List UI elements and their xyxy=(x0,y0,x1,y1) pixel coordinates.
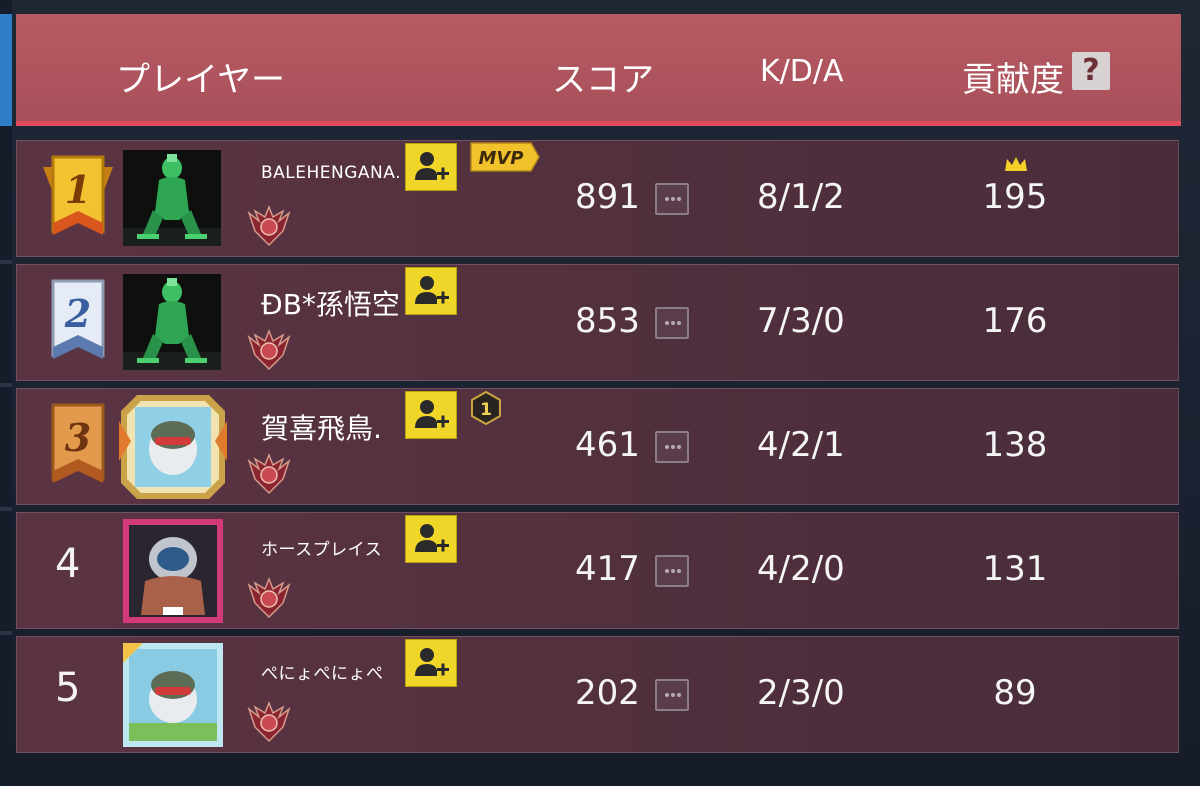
player-contribution: 176 xyxy=(982,301,1048,341)
add-friend-button[interactable] xyxy=(405,391,457,439)
player-kda: 7/3/0 xyxy=(757,301,845,341)
rank-3-bronze-badge-icon: 3 xyxy=(51,403,105,483)
player-row-4[interactable]: 4 ホースプレイス 417 4/2/0 131 xyxy=(16,512,1180,629)
player-name[interactable]: BALEHENGANA. xyxy=(261,163,401,183)
crown-icon xyxy=(1005,157,1027,171)
add-friend-button[interactable] xyxy=(405,143,457,191)
player-score: 202 xyxy=(575,673,640,713)
player-score: 853 xyxy=(575,301,640,341)
player-name[interactable]: ホースプレイス xyxy=(261,535,382,560)
player-avatar-frame[interactable] xyxy=(117,515,229,627)
rank-emblem-icon xyxy=(247,576,291,619)
player-score: 417 xyxy=(575,549,640,589)
details-button[interactable] xyxy=(655,183,689,215)
left-edge-strip xyxy=(0,0,12,786)
active-tab-indicator xyxy=(0,14,12,126)
add-friend-icon xyxy=(415,524,449,552)
player-contribution: 89 xyxy=(993,673,1037,713)
divider xyxy=(0,260,12,264)
player-name[interactable]: ぺにょぺにょぺ xyxy=(261,659,384,684)
player-score: 891 xyxy=(575,177,640,217)
details-button[interactable] xyxy=(655,307,689,339)
player-avatar[interactable] xyxy=(123,150,221,246)
details-button[interactable] xyxy=(655,679,689,711)
player-score: 461 xyxy=(575,425,640,465)
details-button[interactable] xyxy=(655,431,689,463)
rank-emblem-icon xyxy=(247,204,291,247)
rank-emblem-icon xyxy=(247,328,291,371)
add-friend-icon xyxy=(415,648,449,676)
player-name[interactable]: 賀喜飛鳥. xyxy=(261,407,382,447)
svg-text:1: 1 xyxy=(65,167,91,212)
rank-emblem-icon xyxy=(247,700,291,743)
rank-number: 4 xyxy=(55,541,81,587)
player-name[interactable]: ÐB*孫悟空 xyxy=(261,283,400,323)
divider xyxy=(0,383,12,387)
divider xyxy=(0,631,12,635)
mvp-badge-icon: MVP xyxy=(470,142,540,172)
rank-2-silver-badge-icon: 2 xyxy=(51,279,105,359)
rank-number: 5 xyxy=(55,665,81,711)
first-kill-badge-icon: 1 xyxy=(471,391,501,425)
svg-text:2: 2 xyxy=(64,291,91,336)
player-avatar-frame[interactable] xyxy=(117,639,229,751)
svg-text:MVP: MVP xyxy=(478,148,523,169)
player-kda: 4/2/1 xyxy=(757,425,845,465)
player-kda: 4/2/0 xyxy=(757,549,845,589)
column-header-kda: K/D/A xyxy=(760,54,844,89)
add-friend-button[interactable] xyxy=(405,515,457,563)
column-header-score: スコア xyxy=(552,60,654,100)
player-avatar-frame[interactable] xyxy=(117,391,229,503)
divider xyxy=(0,507,12,511)
column-header-player: プレイヤー xyxy=(116,60,285,100)
player-row-3[interactable]: 3 賀喜飛鳥. 1 461 4/2/1 138 xyxy=(16,388,1180,505)
contribution-help-button[interactable]: ? xyxy=(1072,52,1110,90)
header-accent-line xyxy=(16,121,1181,126)
scoreboard-header: プレイヤー スコア K/D/A 貢献度 ? xyxy=(16,14,1181,122)
player-contribution: 195 xyxy=(982,177,1048,217)
add-friend-icon xyxy=(415,276,449,304)
player-avatar[interactable] xyxy=(123,274,221,370)
player-row-5[interactable]: 5 ぺにょぺにょぺ 202 2/3/0 89 xyxy=(16,636,1180,753)
column-header-contribution: 貢献度 xyxy=(962,60,1064,100)
rank-1-gold-badge-icon: 1 xyxy=(43,155,113,235)
add-friend-button[interactable] xyxy=(405,267,457,315)
rank-emblem-icon xyxy=(247,452,291,495)
player-kda: 8/1/2 xyxy=(757,177,845,217)
add-friend-icon xyxy=(415,152,449,180)
player-contribution: 131 xyxy=(982,549,1048,589)
player-row-2[interactable]: 2 ÐB*孫悟空 853 7/3/0 176 xyxy=(16,264,1180,381)
player-kda: 2/3/0 xyxy=(757,673,845,713)
details-button[interactable] xyxy=(655,555,689,587)
add-friend-button[interactable] xyxy=(405,639,457,687)
add-friend-icon xyxy=(415,400,449,428)
svg-text:1: 1 xyxy=(480,400,492,420)
player-contribution: 138 xyxy=(982,425,1048,465)
player-row-1[interactable]: 1 BALEHENGANA. MVP 891 8/1/2 195 xyxy=(16,140,1180,257)
svg-text:3: 3 xyxy=(65,415,91,460)
